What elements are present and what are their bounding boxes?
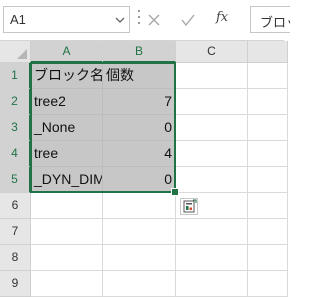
cell-d8[interactable] [248,245,288,271]
row-header-6[interactable]: 6 [0,193,31,219]
select-all-icon [17,49,27,59]
checkmark-icon [181,14,195,27]
cell-b5[interactable]: 0 [103,167,176,193]
function-label: fx [216,10,229,25]
row-header-7[interactable]: 7 [0,219,31,245]
cell-d6[interactable] [248,193,288,219]
cell-d1[interactable] [248,63,288,89]
cell-a3[interactable]: _None [31,115,103,141]
cell-c7[interactable] [176,219,248,245]
cell-b6[interactable] [103,193,176,219]
cell-b9[interactable] [103,271,176,297]
cell-d2[interactable] [248,89,288,115]
row-header-9[interactable]: 9 [0,271,31,297]
chevron-down-icon[interactable] [115,16,125,24]
cell-c4[interactable] [176,141,248,167]
cell-b2[interactable]: 7 [103,89,176,115]
cell-b4[interactable]: 4 [103,141,176,167]
cell-c9[interactable] [176,271,248,297]
cell-b8[interactable] [103,245,176,271]
column-header-d[interactable] [248,41,288,63]
column-header-c[interactable]: C [176,41,248,63]
close-icon [148,14,160,26]
cell-c5[interactable] [176,167,248,193]
cell-d3[interactable] [248,115,288,141]
cell-a6[interactable] [31,193,103,219]
cell-a4[interactable]: tree [31,141,103,167]
cell-c2[interactable] [176,89,248,115]
row-header-1[interactable]: 1 [0,63,31,89]
cell-b1[interactable]: 個数 [103,63,176,89]
cell-d7[interactable] [248,219,288,245]
formula-bar-grip-icon[interactable] [137,10,141,28]
cell-a8[interactable] [31,245,103,271]
select-all-button[interactable] [0,41,31,63]
row-header-3[interactable]: 3 [0,115,31,141]
cell-d4[interactable] [248,141,288,167]
cell-a1[interactable]: ブロック名 [31,63,103,89]
cell-b3[interactable]: 0 [103,115,176,141]
cell-c1[interactable] [176,63,248,89]
row-header-5[interactable]: 5 [0,167,31,193]
column-header-b[interactable]: B [103,41,176,63]
cell-a7[interactable] [31,219,103,245]
insert-function-button[interactable]: fx [214,10,234,30]
formula-bar: A1 fx ブロック名 [0,0,290,40]
quick-analysis-button[interactable] [180,198,198,215]
quick-analysis-icon [183,199,197,213]
column-header-a[interactable]: A [31,41,103,63]
name-box[interactable]: A1 [3,6,130,33]
fill-handle[interactable] [171,188,179,196]
row-header-8[interactable]: 8 [0,245,31,271]
enter-button[interactable] [178,10,198,30]
row-header-4[interactable]: 4 [0,141,31,167]
cell-c3[interactable] [176,115,248,141]
cancel-button[interactable] [144,10,164,30]
cell-a2[interactable]: tree2 [31,89,103,115]
cell-d5[interactable] [248,167,288,193]
cell-c8[interactable] [176,245,248,271]
name-box-value: A1 [10,12,26,27]
cell-d9[interactable] [248,271,288,297]
spreadsheet-grid: A B C 1 2 3 4 5 6 7 8 9 ブロック名 個数 tree2 7… [0,41,288,297]
formula-input[interactable]: ブロック名 [250,6,290,33]
cell-a5[interactable]: _DYN_DIM [31,167,103,193]
row-header-2[interactable]: 2 [0,89,31,115]
cell-a9[interactable] [31,271,103,297]
cell-b7[interactable] [103,219,176,245]
formula-value: ブロック名 [260,16,290,31]
